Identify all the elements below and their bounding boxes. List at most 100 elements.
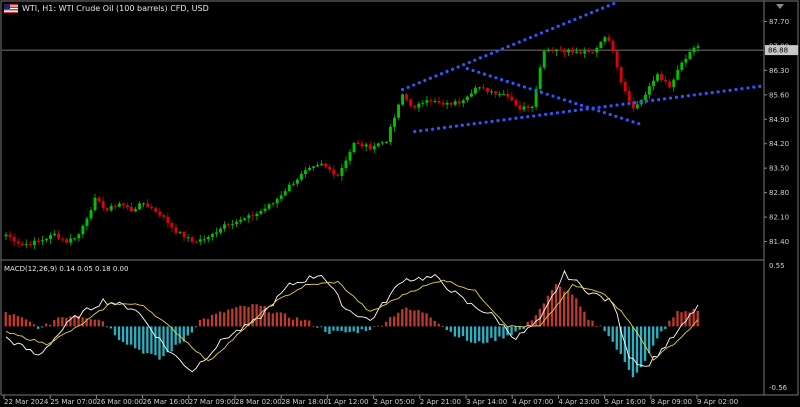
price-chart[interactable]: 87.7087.0086.3085.6084.9084.2083.5082.80… xyxy=(0,0,800,407)
candle-body xyxy=(142,203,146,205)
macd-histogram-bar xyxy=(109,326,113,329)
candle-body xyxy=(599,41,603,49)
macd-histogram-bar xyxy=(405,307,408,327)
macd-histogram-bar xyxy=(417,309,420,327)
candle-body xyxy=(117,203,121,207)
candle-body xyxy=(502,93,506,95)
macd-histogram-bar xyxy=(364,326,368,331)
macd-histogram-bar xyxy=(591,320,594,327)
candle-body xyxy=(40,240,44,242)
macd-histogram-bar xyxy=(380,325,384,327)
macd-histogram-bar xyxy=(89,319,92,327)
candle-body xyxy=(643,94,647,100)
macd-histogram-bar xyxy=(312,326,315,328)
time-tick-label: 8 Apr 09:00 xyxy=(651,398,692,406)
macd-histogram-bar xyxy=(158,326,161,360)
candle-body xyxy=(558,49,562,51)
candle-body xyxy=(336,174,340,176)
current-price-label: 86.88 xyxy=(768,47,788,55)
candle-body xyxy=(429,100,433,102)
macd-histogram-bar xyxy=(170,326,173,352)
macd-histogram-bar xyxy=(482,326,485,344)
candle-body xyxy=(522,106,526,110)
macd-histogram-bar xyxy=(32,324,36,327)
candle-body xyxy=(45,238,48,241)
macd-histogram-bar xyxy=(384,321,388,327)
candle-body xyxy=(312,166,316,168)
macd-histogram-bar xyxy=(324,326,327,333)
macd-histogram-bar xyxy=(134,326,137,349)
macd-histogram-bar xyxy=(255,304,258,327)
macd-histogram-bar xyxy=(219,311,222,327)
macd-group xyxy=(4,269,699,378)
candle-body xyxy=(154,208,158,212)
macd-histogram-bar xyxy=(647,326,651,354)
macd-histogram-bar xyxy=(579,306,582,327)
candle-body xyxy=(61,238,65,240)
macd-histogram-bar xyxy=(174,326,177,345)
macd-histogram-bar xyxy=(231,308,234,327)
macd-histogram-bar xyxy=(146,326,149,354)
macd-histogram-bar xyxy=(206,319,210,327)
candle-body xyxy=(4,234,8,237)
time-tick-label: 28 Mar 02:00 xyxy=(235,398,282,406)
candle-body xyxy=(360,143,364,147)
macd-histogram-bar xyxy=(461,326,465,337)
macd-histogram-bar xyxy=(53,320,56,327)
macd-histogram-bar xyxy=(304,319,307,327)
macd-histogram-bar xyxy=(332,326,335,331)
macd-histogram-bar xyxy=(437,323,440,327)
macd-histogram-bar xyxy=(587,319,590,327)
macd-histogram-bar xyxy=(117,326,121,341)
macd-histogram-bar xyxy=(259,305,262,327)
candle-body xyxy=(554,49,558,52)
candle-body xyxy=(397,104,400,118)
candle-body xyxy=(356,142,360,144)
candle-body xyxy=(316,164,320,167)
candle-body xyxy=(567,50,570,53)
macd-histogram-bar xyxy=(113,326,117,336)
candle-body xyxy=(453,101,457,105)
candle-body xyxy=(105,208,109,211)
macd-histogram-bar xyxy=(433,320,436,327)
candle-body xyxy=(376,143,380,147)
candle-body xyxy=(441,102,445,105)
chart-window[interactable]: WTI, H1: WTI Crude Oil (100 barrels) CFD… xyxy=(0,0,800,407)
candle-body xyxy=(320,163,324,165)
candle-body xyxy=(413,105,417,108)
candle-body xyxy=(619,66,623,83)
candle-body xyxy=(121,203,125,206)
candle-body xyxy=(8,234,12,237)
candle-body xyxy=(627,90,631,102)
candle-body xyxy=(433,100,437,102)
macd-histogram-bar xyxy=(214,313,218,327)
macd-histogram-bar xyxy=(20,317,24,327)
candle-body xyxy=(190,237,194,242)
candle-body xyxy=(647,86,651,95)
time-tick-label: 22 Mar 2024 xyxy=(4,398,49,406)
candle-body xyxy=(660,74,664,81)
scroll-marker-icon xyxy=(776,4,784,9)
macd-histogram-bar xyxy=(202,318,206,327)
candle-body xyxy=(28,244,32,246)
candle-body xyxy=(332,169,336,175)
candle-body xyxy=(69,238,73,243)
candle-body xyxy=(542,51,546,68)
candle-body xyxy=(109,205,113,211)
macd-histogram-bar xyxy=(28,321,32,327)
candle-body xyxy=(340,167,344,176)
time-tick-label: 26 Mar 16:00 xyxy=(143,398,190,406)
macd-histogram-bar xyxy=(473,326,477,344)
chart-frame xyxy=(0,0,799,396)
candle-body xyxy=(194,241,198,243)
macd-histogram-bar xyxy=(696,310,699,327)
macd-histogram-bar xyxy=(45,323,48,327)
trendline xyxy=(413,84,764,134)
candle-body xyxy=(656,74,659,81)
candle-body xyxy=(158,211,162,216)
candle-body xyxy=(89,210,93,219)
candle-body xyxy=(150,206,154,209)
candle-body xyxy=(401,94,405,105)
macd-histogram-bar xyxy=(376,325,380,327)
macd-histogram-bar xyxy=(4,312,7,327)
